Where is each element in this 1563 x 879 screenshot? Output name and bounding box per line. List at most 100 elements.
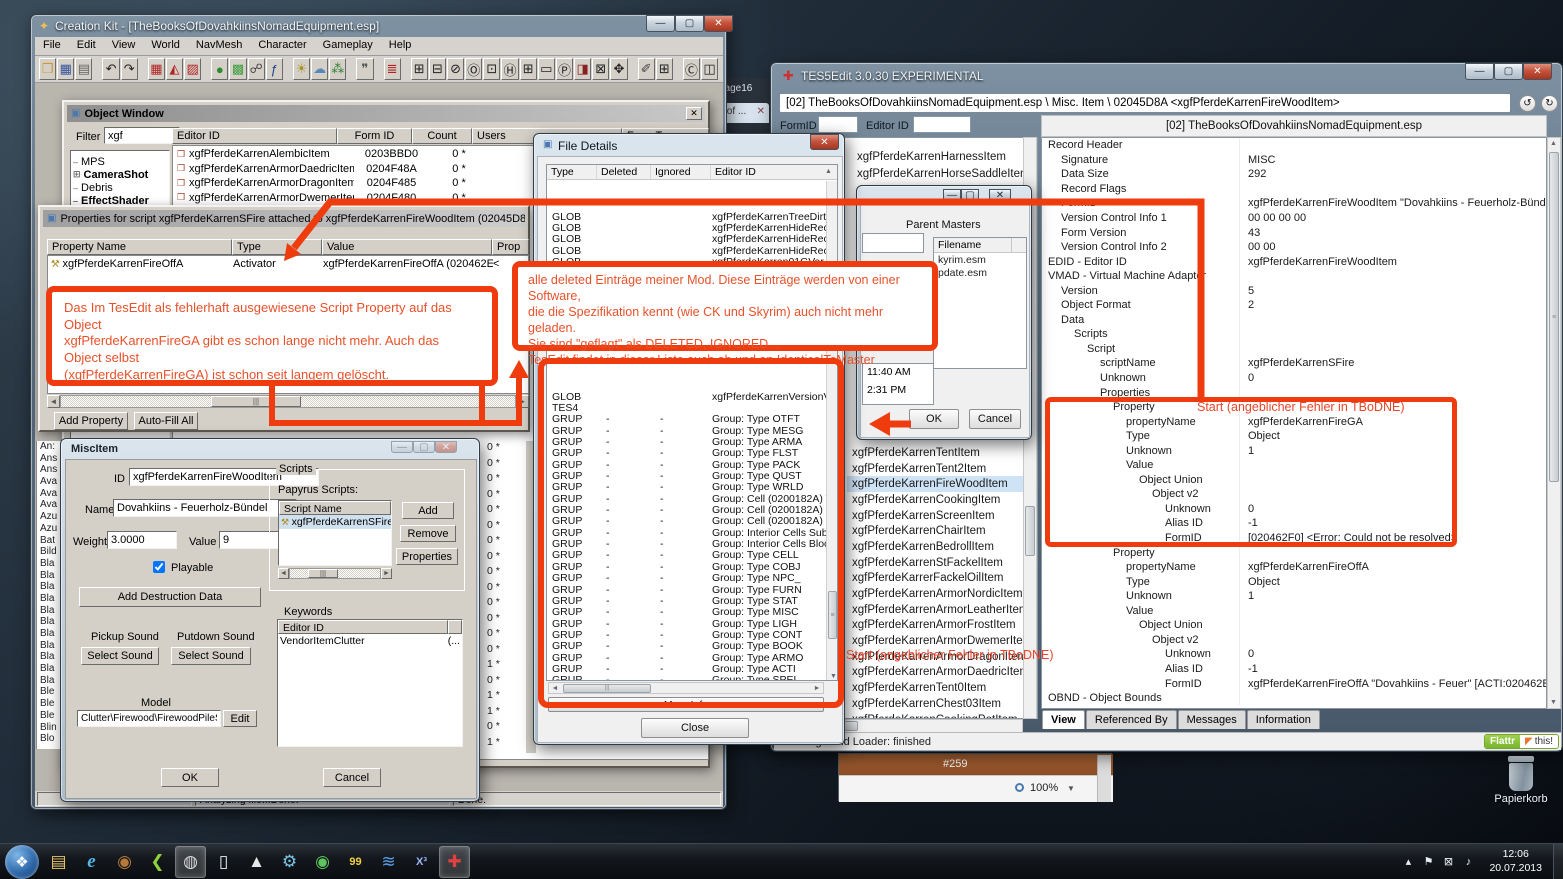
show-desktop-button[interactable] — [1553, 844, 1563, 879]
table-row[interactable]: GRUP--Group: Type OTFT — [548, 414, 826, 425]
list-item[interactable]: xgfPferdeKarrenTent2Item — [847, 461, 1024, 477]
window-tool-icon-8[interactable]: ▭ — [538, 58, 555, 80]
window-title[interactable]: File Details — [558, 139, 617, 153]
scroll-right-arrow[interactable]: ► — [811, 685, 823, 692]
list-item[interactable]: Ans — [40, 453, 61, 465]
table-row[interactable]: GLOBxgfPferdeKarrenHideRecipeB3 — [548, 222, 826, 233]
counter-99-icon[interactable]: 99 — [340, 846, 371, 878]
table-row[interactable]: VendorItemClutter(... — [278, 634, 462, 648]
window-tool-icon-4[interactable]: Ⓞ — [465, 58, 482, 80]
list-item[interactable]: Bat — [40, 535, 61, 547]
notepad-icon[interactable]: ▯ — [208, 846, 239, 878]
clock[interactable]: 12:06 20.07.2013 — [1479, 848, 1552, 875]
minimize-button[interactable]: — — [391, 441, 413, 453]
column-header[interactable]: Editor ID — [711, 165, 825, 179]
list-item[interactable]: xgfPferdeKarrenChest03Item — [847, 696, 1024, 712]
detail-row[interactable]: propertyName xgfPferdeKarrenFireGA — [1042, 414, 1546, 429]
list-item[interactable]: Ava — [40, 488, 61, 500]
close-button[interactable]: ✕ — [810, 134, 839, 150]
list-item[interactable]: Azu — [40, 523, 61, 535]
tree-expand-icon[interactable]: – — [73, 183, 78, 193]
maximize-button[interactable]: ▢ — [961, 189, 979, 201]
menu-item[interactable]: View — [104, 37, 144, 55]
window-title[interactable]: MiscItem — [71, 443, 118, 455]
snap-angle-icon[interactable]: ◭ — [166, 58, 183, 80]
column-header[interactable]: Type — [547, 165, 597, 179]
list-item[interactable]: Bla — [40, 663, 61, 675]
list-item[interactable]: xgfPferdeKarrenStFackelItem — [847, 555, 1024, 571]
edit-model-button[interactable]: Edit — [223, 710, 257, 727]
table-row[interactable]: GRUP--Group: Cell (0200182A) Childre — [548, 516, 826, 527]
ok-button[interactable]: OK — [909, 409, 959, 429]
maximize-button[interactable]: ▢ — [413, 441, 435, 453]
putdown-select-sound-button[interactable]: Select Sound — [171, 647, 251, 665]
column-header[interactable]: Deleted — [597, 165, 651, 179]
list-item[interactable]: Blin — [40, 722, 61, 734]
detail-row[interactable]: Object Union — [1042, 618, 1546, 633]
table-row[interactable]: GRUP--Group: Type SPEL — [548, 675, 826, 681]
dialogue-icon[interactable]: ❞ — [356, 58, 373, 80]
minimize-button[interactable]: — — [646, 15, 675, 32]
scroll-thumb[interactable]: ||| — [563, 684, 651, 693]
list-item[interactable]: xgfPferdeKarrenArmorDwemerItem — [847, 633, 1024, 649]
column-header[interactable]: Prop — [492, 239, 529, 255]
pickup-select-sound-button[interactable]: Select Sound — [81, 647, 159, 665]
tab[interactable]: View — [1042, 710, 1085, 729]
editorid-input[interactable] — [913, 116, 971, 133]
tree-expand-icon[interactable]: – — [73, 157, 78, 167]
maximize-button[interactable]: ▢ — [1494, 63, 1523, 80]
table-row[interactable]: GLOBxgfPferdeKarrenTreeDirtClear — [548, 211, 826, 222]
list-item[interactable]: An: — [40, 441, 61, 453]
list-item[interactable]: pdate.esm — [934, 266, 1026, 279]
column-header[interactable]: Filename — [934, 238, 1012, 253]
detail-row[interactable]: FormID [020462F0] <Error: Could not be r… — [1042, 531, 1546, 546]
scroll-thumb[interactable] — [1025, 506, 1035, 556]
add-destruction-data-button[interactable]: Add Destruction Data — [79, 587, 261, 607]
script-properties-button[interactable]: Properties — [396, 548, 458, 565]
panel-tool-icon[interactable]: ◫ — [701, 58, 718, 80]
window-tool-icon-6[interactable]: Ⓗ — [501, 58, 518, 80]
explorer-icon[interactable]: ▤ — [43, 846, 74, 878]
scroll-left-arrow[interactable]: ◄ — [549, 685, 561, 692]
tab[interactable]: Information — [1247, 710, 1320, 729]
window-tool-icon-3[interactable]: ⊘ — [447, 58, 464, 80]
column-header[interactable]: Value — [322, 239, 492, 255]
window-tool-icon-7[interactable]: ⊞ — [520, 58, 537, 80]
column-header[interactable]: Script Name — [279, 501, 391, 515]
menu-item[interactable]: Gameplay — [315, 37, 381, 55]
table-row[interactable]: GRUP--Group: Type CONT — [548, 629, 826, 640]
list-item[interactable]: Ble — [40, 698, 61, 710]
redo-icon[interactable]: ↷ — [121, 58, 138, 80]
list-item[interactable]: xgfPferdeKarrenBedrollItem — [847, 539, 1024, 555]
list-item[interactable]: Azu — [40, 511, 61, 523]
column-header[interactable]: Editor ID — [278, 620, 448, 634]
list-item[interactable]: xgfPferdeKarrenArmorDaedricItem — [847, 665, 1024, 681]
open-icon[interactable]: ❒ — [39, 58, 56, 80]
window-tool-icon-10[interactable]: ◨ — [574, 58, 591, 80]
table-row[interactable]: GLOBxgfPferdeKarrenVersionVar — [548, 391, 826, 402]
list-item[interactable]: xgfPferdeKarrenHorseSaddleItem — [852, 165, 1037, 182]
list-item[interactable]: xgfPferdeKarrenCookingPotItem — [847, 712, 1024, 719]
tray-display-icon[interactable]: ⊠ — [1438, 855, 1458, 868]
detail-row[interactable]: Type Object — [1042, 574, 1546, 589]
ok-button[interactable]: OK — [161, 768, 219, 787]
list-item[interactable]: Ans — [40, 464, 61, 476]
formid-input[interactable] — [818, 116, 858, 133]
plugin-column-header[interactable]: [02] TheBooksOfDovahkiinsNomadEquipment.… — [1166, 120, 1422, 132]
list-item[interactable]: Bla — [40, 628, 61, 640]
fish-icon[interactable]: ≋ — [373, 846, 404, 878]
start-button[interactable]: ❖ — [5, 845, 39, 879]
list-item[interactable]: Bla — [40, 616, 61, 628]
column-header[interactable]: Form ID — [337, 128, 412, 144]
table-row[interactable]: ⚒ xgfPferdeKarrenSFire — [279, 515, 391, 529]
pencil-tool-icon[interactable]: ✐ — [638, 58, 655, 80]
tree-item[interactable]: – Debris — [73, 181, 167, 194]
detail-row[interactable]: Data — [1042, 313, 1546, 328]
table-row[interactable]: GRUP--Group: Type ARMA — [548, 436, 826, 447]
preferences-icon[interactable]: ▤ — [75, 58, 92, 80]
column-header[interactable]: Property Name — [47, 239, 232, 255]
table-row[interactable]: GRUP--Group: Type ARMO — [548, 652, 826, 663]
detail-row[interactable]: Data Size 292 — [1042, 167, 1546, 182]
column-header[interactable]: Editor ID — [172, 128, 337, 144]
column-header[interactable]: Count — [412, 128, 472, 144]
